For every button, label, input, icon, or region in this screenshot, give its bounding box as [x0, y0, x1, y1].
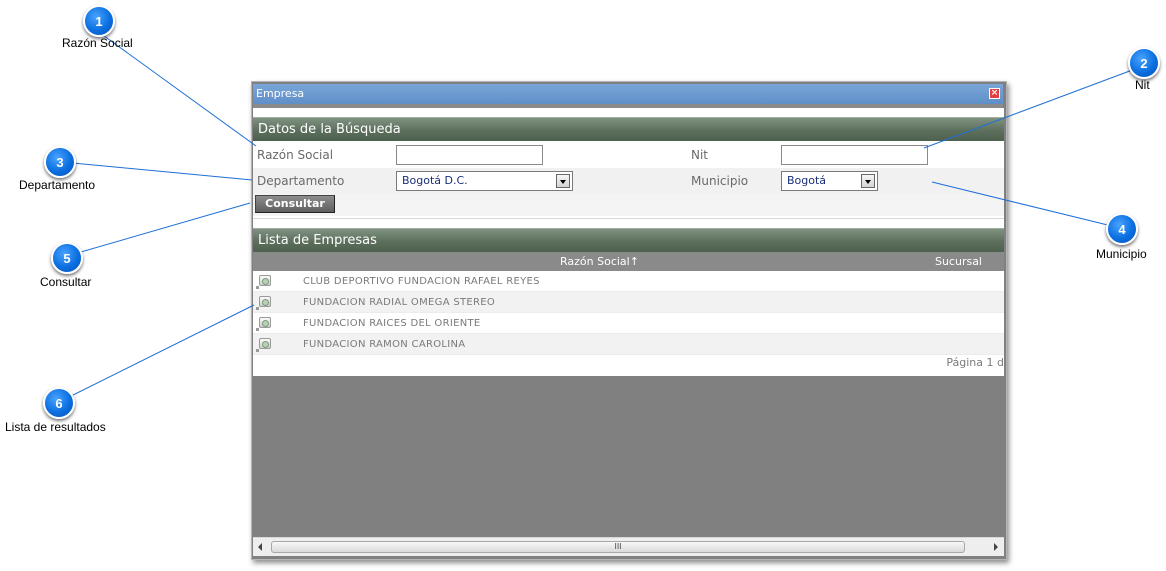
chevron-down-icon[interactable] — [556, 174, 570, 188]
municipio-selected-value: Bogotá — [787, 174, 827, 187]
row-icon-marker — [256, 328, 259, 331]
scroll-left-icon[interactable] — [258, 543, 262, 551]
empresa-dialog: Empresa × Datos de la Búsqueda Razón Soc… — [251, 81, 1007, 560]
select-row-icon[interactable] — [259, 338, 271, 349]
table-row[interactable]: FUNDACION RAMON CAROLINA — [253, 334, 1004, 355]
select-row-icon[interactable] — [259, 317, 271, 328]
pager-text: Página 1 d — [946, 356, 1004, 369]
callout-badge-1: 1 — [83, 5, 115, 37]
scroll-thumb[interactable]: III — [271, 541, 965, 553]
callout-label-4: Municipio — [1096, 247, 1147, 261]
form-row-dept-mun: Departamento Bogotá D.C. Municipio Bogot… — [253, 168, 1004, 194]
callout-badge-2: 2 — [1128, 47, 1160, 79]
close-icon[interactable]: × — [989, 88, 1000, 99]
consultar-button[interactable]: Consultar — [255, 195, 335, 213]
dialog-title: Empresa — [256, 87, 305, 100]
scroll-right-icon[interactable] — [994, 543, 998, 551]
row-icon-marker — [256, 307, 259, 310]
callout-badge-5: 5 — [51, 242, 83, 274]
search-section-header: Datos de la Búsqueda — [253, 117, 1004, 141]
results-section-title: Lista de Empresas — [258, 233, 377, 248]
departamento-label: Departamento — [257, 174, 345, 188]
column-header-razon-social[interactable]: Razón Social↑ — [560, 252, 639, 271]
callout-label-2: Nit — [1135, 78, 1150, 92]
callout-label-1: Razón Social — [62, 36, 133, 50]
callout-label-3: Departamento — [19, 178, 96, 192]
row-icon-marker — [256, 286, 259, 289]
callout-label-5: Consultar — [40, 275, 92, 289]
callout-line-5 — [66, 202, 251, 257]
dialog-content: Datos de la Búsqueda Razón Social Nit De… — [253, 108, 1004, 376]
dialog-title-bar: Empresa × — [253, 84, 1003, 104]
select-row-icon[interactable] — [259, 275, 271, 286]
callout-badge-4: 4 — [1106, 213, 1138, 245]
callout-badge-3: 3 — [44, 146, 76, 178]
table-row[interactable]: FUNDACION RAICES DEL ORIENTE — [253, 313, 1004, 334]
scroll-grip: III — [614, 542, 622, 551]
nit-input[interactable] — [781, 145, 928, 165]
results-section-header: Lista de Empresas — [253, 228, 1004, 252]
row-razon-social: FUNDACION RAMON CAROLINA — [303, 339, 466, 350]
column-header-sucursal[interactable]: Sucursal — [935, 252, 982, 271]
button-row: Consultar — [253, 194, 1004, 216]
section-divider — [253, 218, 1004, 219]
select-row-icon[interactable] — [259, 296, 271, 307]
chevron-down-icon[interactable] — [861, 174, 875, 188]
row-razon-social: CLUB DEPORTIVO FUNDACION RAFAEL REYES — [303, 276, 540, 287]
row-razon-social: FUNDACION RAICES DEL ORIENTE — [303, 318, 481, 329]
nit-label: Nit — [691, 148, 709, 162]
table-row[interactable]: FUNDACION RADIAL OMEGA STEREO — [253, 292, 1004, 313]
callout-line-6 — [58, 304, 255, 403]
results-grid-header: Razón Social↑ Sucursal — [253, 252, 1004, 271]
table-row[interactable]: CLUB DEPORTIVO FUNDACION RAFAEL REYES — [253, 271, 1004, 292]
municipio-select[interactable]: Bogotá — [781, 171, 878, 191]
callout-badge-6: 6 — [43, 387, 75, 419]
razon-social-label: Razón Social — [257, 148, 334, 162]
row-razon-social: FUNDACION RADIAL OMEGA STEREO — [303, 297, 496, 308]
departamento-select[interactable]: Bogotá D.C. — [396, 171, 573, 191]
search-section-title: Datos de la Búsqueda — [258, 122, 401, 137]
horizontal-scrollbar[interactable]: III — [253, 537, 1004, 556]
row-icon-marker — [256, 349, 259, 352]
departamento-selected-value: Bogotá D.C. — [402, 174, 468, 187]
callout-label-6: Lista de resultados — [5, 420, 106, 434]
razon-social-input[interactable] — [396, 145, 543, 165]
form-row-razon-nit: Razón Social Nit — [253, 142, 1004, 168]
municipio-label: Municipio — [691, 174, 749, 188]
